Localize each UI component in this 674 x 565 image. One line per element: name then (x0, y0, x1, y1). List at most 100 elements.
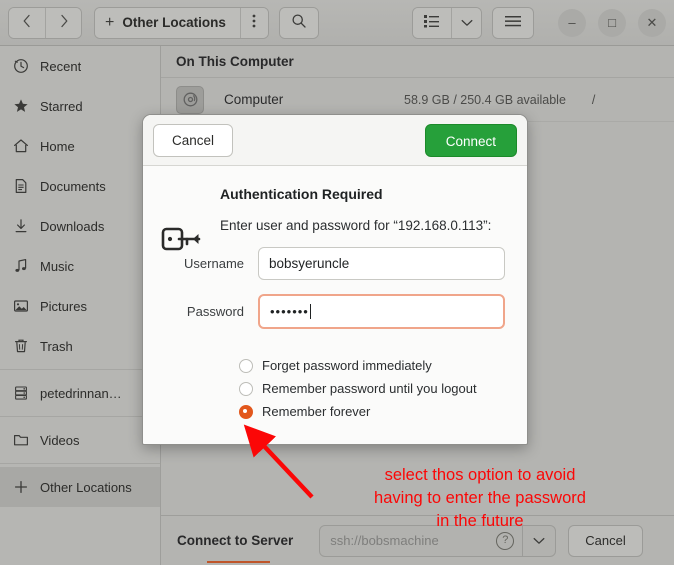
hamburger-menu-button[interactable] (493, 7, 533, 38)
annotation-line-2: having to enter the password (374, 489, 586, 507)
radio-remember-until-logout[interactable]: Remember password until you logout (239, 378, 505, 399)
radio-remember-forever[interactable]: Remember forever (239, 401, 505, 422)
star-icon (12, 98, 29, 115)
path-bar: + Other Locations (94, 6, 269, 39)
dialog-title: Authentication Required (220, 186, 383, 202)
search-icon (291, 13, 307, 32)
document-icon (12, 178, 29, 195)
dialog-connect-button[interactable]: Connect (424, 123, 517, 157)
sidebar-divider (0, 369, 160, 370)
sidebar-item-label: Trash (40, 338, 73, 354)
maximize-button[interactable]: □ (598, 8, 626, 37)
sidebar-item-videos[interactable]: Videos (0, 420, 160, 460)
list-view-icon (424, 14, 440, 31)
authentication-dialog: Cancel Connect Authentication Required E… (142, 114, 528, 445)
sidebar-divider (0, 463, 160, 464)
sidebar-item-label: Recent (40, 58, 82, 74)
server-address-input[interactable]: ssh://bobsmachine (320, 533, 496, 548)
radio-button-indicator-selected (239, 404, 253, 419)
annotation-line-1: select thos option to avoid (384, 466, 576, 484)
download-icon (12, 218, 29, 235)
sidebar-item-label: Music (40, 258, 74, 274)
dialog-cancel-button[interactable]: Cancel (153, 123, 234, 157)
text-caret (309, 304, 311, 319)
hamburger-menu-icon (505, 15, 521, 30)
back-button[interactable] (9, 7, 45, 38)
username-value: bobsyeruncle (269, 256, 350, 271)
server-drive-icon (12, 385, 29, 402)
clock-icon (12, 58, 29, 75)
sidebar-item-music[interactable]: Music (0, 246, 160, 286)
sidebar-item-label: Downloads (40, 218, 105, 234)
sidebar-item-label: Documents (40, 178, 106, 194)
dialog-body: Authentication Required Enter user and p… (143, 166, 527, 422)
folder-icon (12, 432, 29, 449)
sidebar-divider (0, 416, 160, 417)
radio-label: Remember forever (262, 404, 371, 419)
key-icon (161, 224, 205, 256)
sidebar-item-petedrinnan[interactable]: petedrinnan… (0, 373, 160, 413)
sidebar-item-label: Pictures (40, 298, 87, 314)
plus-icon: + (105, 13, 115, 31)
radio-label: Forget password immediately (262, 358, 432, 373)
maximize-icon: □ (608, 15, 616, 30)
connect-to-server-label: Connect to Server (177, 533, 294, 548)
sidebar-item-recent[interactable]: Recent (0, 46, 160, 86)
minimize-button[interactable]: – (558, 8, 586, 37)
sidebar-item-downloads[interactable]: Downloads (0, 206, 160, 246)
password-retention-radio-group: Forget password immediately Remember pas… (239, 355, 505, 422)
plus-icon (12, 479, 29, 496)
chevron-left-icon (21, 14, 33, 31)
radio-button-indicator (239, 381, 253, 396)
chevron-right-icon (58, 14, 70, 31)
spellcheck-underline (207, 561, 270, 563)
sidebar-item-label: petedrinnan… (40, 385, 122, 401)
view-mode-group (412, 6, 482, 39)
sidebar-item-other-locations[interactable]: Other Locations (0, 467, 160, 507)
username-field-row: Username bobsyeruncle (165, 247, 505, 280)
picture-icon (12, 298, 29, 315)
password-field-row: Password ••••••• (165, 294, 505, 329)
sidebar-item-home[interactable]: Home (0, 126, 160, 166)
sidebar-item-starred[interactable]: Starred (0, 86, 160, 126)
close-icon: ✕ (646, 14, 658, 30)
annotation-text: select thos option to avoid having to en… (300, 464, 660, 533)
header-right-tools: – □ ✕ (412, 6, 674, 39)
search-button[interactable] (279, 7, 318, 38)
dialog-subtitle: Enter user and password for “192.168.0.1… (220, 218, 492, 233)
path-options-button[interactable] (239, 7, 268, 38)
section-header-on-this-computer: On This Computer (161, 46, 674, 78)
minimize-icon: – (568, 15, 576, 30)
username-label: Username (184, 256, 244, 271)
sidebar-item-label: Other Locations (40, 479, 132, 495)
search-button-group (278, 6, 319, 39)
username-input[interactable]: bobsyeruncle (258, 247, 505, 280)
list-view-button[interactable] (413, 7, 451, 38)
sidebar-item-documents[interactable]: Documents (0, 166, 160, 206)
path-button-other-locations[interactable]: + Other Locations (95, 7, 240, 38)
kebab-menu-icon (252, 13, 256, 32)
navigation-buttons (8, 6, 82, 39)
forward-button[interactable] (45, 7, 81, 38)
music-note-icon (12, 258, 29, 275)
chevron-down-icon (533, 533, 545, 548)
header-bar: + Other Locations – □ ✕ (0, 0, 674, 46)
sidebar-item-trash[interactable]: Trash (0, 326, 160, 366)
sidebar-item-pictures[interactable]: Pictures (0, 286, 160, 326)
chevron-down-icon (461, 15, 473, 30)
question-mark-icon[interactable]: ? (496, 531, 515, 550)
file-manager-window: + Other Locations – □ ✕ Recent Starred H… (0, 0, 674, 565)
dialog-header: Cancel Connect (143, 115, 527, 166)
place-mount-point: / (591, 92, 596, 107)
radio-button-indicator (239, 358, 253, 373)
close-button[interactable]: ✕ (638, 8, 666, 37)
sidebar: Recent Starred Home Documents Downloads (0, 46, 161, 565)
radio-label: Remember password until you logout (262, 381, 477, 396)
sidebar-item-label: Starred (40, 98, 83, 114)
place-free-space: 58.9 GB / 250.4 GB available (404, 92, 566, 107)
sidebar-item-label: Home (40, 138, 75, 154)
view-options-dropdown-button[interactable] (451, 7, 481, 38)
radio-forget-password-immediately[interactable]: Forget password immediately (239, 355, 505, 376)
password-input[interactable]: ••••••• (258, 294, 505, 329)
sidebar-item-label: Videos (40, 432, 80, 448)
